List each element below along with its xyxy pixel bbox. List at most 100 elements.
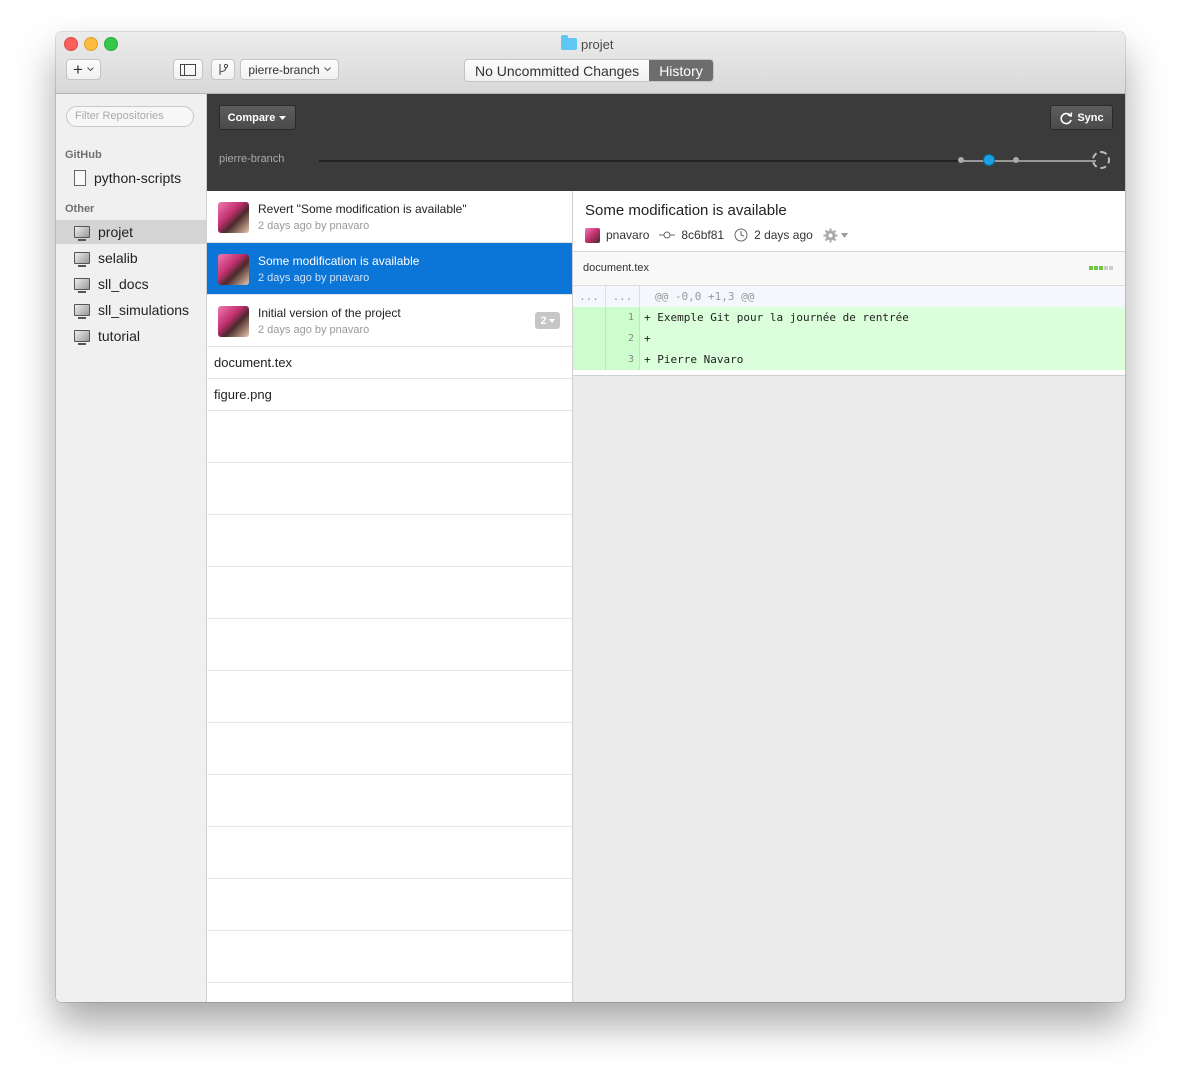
toggle-sidebar-button[interactable]	[173, 59, 203, 80]
window-title: projet	[561, 35, 614, 52]
diff-line-added: 2 +	[573, 328, 1125, 349]
diff-line-added: 1 + Exemple Git pour la journée de rentr…	[573, 307, 1125, 328]
view-mode-segmented-control: No Uncommitted Changes History	[464, 59, 714, 82]
diff-hunk-header: ... ... @@ -0,0 +1,3 @@	[573, 286, 1125, 307]
sidebar-item-label: python-scripts	[94, 170, 182, 186]
avatar	[218, 202, 249, 233]
timeline-commit-dot[interactable]	[958, 157, 964, 163]
commit-title: Initial version of the project	[258, 306, 401, 320]
commit-list: Revert "Some modification is available" …	[207, 191, 573, 1002]
compare-button-label: Compare	[227, 111, 276, 124]
add-repository-button[interactable]: +	[66, 59, 101, 80]
sync-button-label: Sync	[1077, 111, 1104, 124]
commit-meta: pnavaro 8c6bf81 2 days ago	[585, 227, 848, 243]
window-title-text: projet	[581, 36, 614, 52]
avatar	[585, 227, 600, 243]
minimize-window-button[interactable]	[84, 37, 98, 51]
commit-row[interactable]: Initial version of the project 2 days ag…	[207, 295, 572, 347]
filter-repositories-input[interactable]: Filter Repositories	[66, 106, 194, 127]
sidebar-item-sll-docs[interactable]: sll_docs	[56, 272, 206, 296]
commit-row[interactable]: Revert "Some modification is available" …	[207, 191, 572, 243]
empty-row	[207, 879, 572, 931]
empty-row	[207, 931, 572, 983]
sidebar-icon	[180, 63, 196, 76]
file-diff: document.tex ... ... @@ -0,0 +1,3 @@ 1 +…	[573, 252, 1125, 376]
line-number-new: 2	[606, 328, 640, 349]
sidebar-item-tutorial[interactable]: tutorial	[56, 324, 206, 348]
sidebar-item-projet[interactable]: projet	[56, 220, 206, 244]
diff-line-code: + Exemple Git pour la journée de rentrée	[644, 311, 909, 324]
diff-line-code: +	[644, 332, 651, 345]
diffstat-icon	[1089, 266, 1113, 270]
commit-author: pnavaro	[606, 228, 650, 242]
empty-row	[207, 619, 572, 671]
caret-down-icon	[548, 318, 555, 323]
sidebar-item-sll-simulations[interactable]: sll_simulations	[56, 298, 206, 322]
file-count-badge[interactable]: 2	[535, 312, 560, 329]
line-number-new: 1	[606, 307, 640, 328]
caret-down-icon	[279, 115, 287, 120]
file-diff-header: document.tex	[573, 252, 1125, 286]
folder-icon	[561, 35, 577, 50]
compare-button[interactable]: Compare	[219, 105, 296, 130]
empty-row	[207, 827, 572, 879]
caret-down-icon	[840, 232, 848, 238]
app-window: projet + pierre-branch No Uncommitted Ch…	[56, 32, 1125, 1002]
tab-history[interactable]: History	[649, 60, 713, 81]
section-header-other: Other	[65, 203, 95, 215]
clock-icon	[734, 228, 748, 242]
avatar	[218, 306, 249, 337]
line-number-old	[573, 307, 606, 328]
avatar	[218, 254, 249, 285]
monitor-icon	[74, 304, 90, 319]
monitor-icon	[74, 252, 90, 267]
section-header-github: GitHub	[65, 149, 102, 161]
empty-row	[207, 723, 572, 775]
sync-button[interactable]: Sync	[1050, 105, 1113, 130]
commit-title: Some modification is available	[258, 254, 420, 268]
empty-row	[207, 515, 572, 567]
sidebar-item-label: tutorial	[98, 328, 141, 344]
line-number-old	[573, 349, 606, 370]
branch-selector[interactable]: pierre-branch	[240, 59, 339, 80]
hunk-gutter-right: ...	[606, 286, 640, 307]
timeline-branch-label: pierre-branch	[219, 153, 285, 165]
commit-sha[interactable]: 8c6bf81	[681, 228, 724, 242]
gear-icon	[823, 228, 838, 242]
empty-row	[207, 411, 572, 463]
line-number-new: 3	[606, 349, 640, 370]
commit-row-selected[interactable]: Some modification is available 2 days ag…	[207, 243, 572, 295]
title-bar: projet + pierre-branch No Uncommitted Ch…	[56, 32, 1125, 94]
commit-detail: Some modification is available pnavaro 8…	[573, 191, 1125, 1002]
commit-subtitle: 2 days ago by pnavaro	[258, 272, 370, 284]
close-window-button[interactable]	[64, 37, 78, 51]
branch-button[interactable]	[211, 59, 235, 80]
gear-menu[interactable]	[823, 228, 848, 243]
sidebar-item-label: sll_docs	[98, 276, 149, 292]
file-item-figure-png[interactable]: figure.png	[207, 379, 572, 411]
monitor-icon	[74, 330, 90, 345]
empty-row	[207, 567, 572, 619]
zoom-window-button[interactable]	[104, 37, 118, 51]
empty-row	[207, 671, 572, 723]
timeline-uncommitted-marker[interactable]	[1092, 151, 1110, 169]
timeline-commit-dot[interactable]	[1013, 157, 1019, 163]
sidebar: Filter Repositories GitHub python-script…	[56, 94, 207, 1002]
chevron-down-icon	[87, 67, 94, 72]
commit-subtitle: 2 days ago by pnavaro	[258, 324, 370, 336]
line-number-old	[573, 328, 606, 349]
monitor-icon	[74, 278, 90, 293]
sidebar-item-python-scripts[interactable]: python-scripts	[56, 166, 206, 190]
file-count: 2	[540, 314, 547, 327]
commit-title: Revert "Some modification is available"	[258, 202, 467, 216]
sidebar-item-label: selalib	[98, 250, 138, 266]
hunk-gutter-left: ...	[573, 286, 606, 307]
plus-icon: +	[73, 59, 83, 79]
timeline-selected-commit-dot[interactable]	[983, 154, 995, 166]
tab-uncommitted-changes[interactable]: No Uncommitted Changes	[465, 60, 650, 81]
history-header: Compare Sync pierre-branch	[207, 94, 1125, 191]
sidebar-item-selalib[interactable]: selalib	[56, 246, 206, 270]
file-item-document-tex[interactable]: document.tex	[207, 347, 572, 379]
chevron-down-icon	[323, 67, 331, 72]
diff-line-code: + Pierre Navaro	[644, 353, 744, 366]
